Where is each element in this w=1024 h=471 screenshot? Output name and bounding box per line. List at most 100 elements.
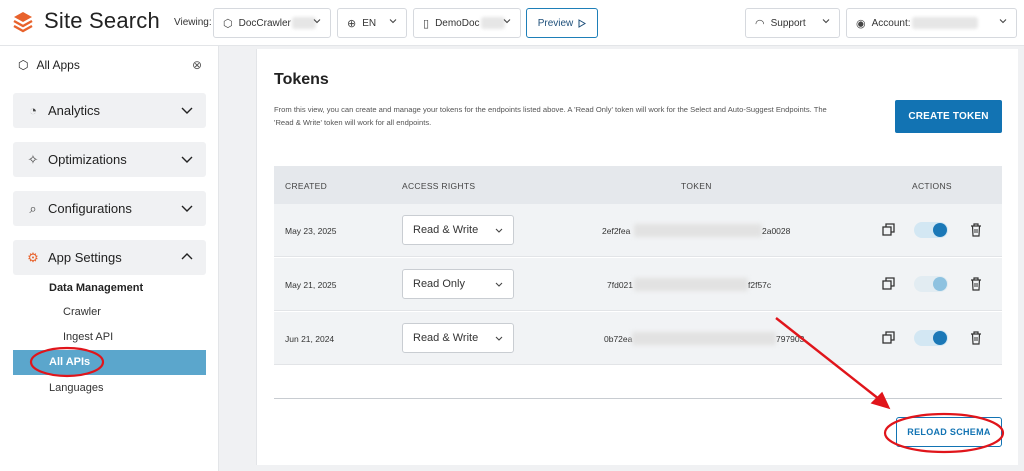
sidebar-item-languages[interactable]: Languages xyxy=(49,382,103,394)
column-header-created: CREATED xyxy=(285,181,328,191)
tokens-panel: Tokens From this view, you can create an… xyxy=(256,49,1018,465)
token-redacted xyxy=(634,278,748,291)
sidebar-item-label: All APIs xyxy=(49,356,91,368)
created-date: Jun 21, 2024 xyxy=(285,334,335,344)
sidebar-section-configurations[interactable]: ⌕ Configurations xyxy=(13,191,206,226)
chevron-up-icon xyxy=(181,253,193,260)
trash-icon[interactable] xyxy=(970,223,982,237)
created-date: May 23, 2025 xyxy=(285,226,337,236)
trash-icon[interactable] xyxy=(970,331,982,345)
all-apps-link[interactable]: ⬡ All Apps xyxy=(18,58,80,72)
sidebar-section-analytics[interactable]: ◔ Analytics xyxy=(13,93,206,128)
language-selector-label: EN xyxy=(362,17,377,29)
search-icon: ⌕ xyxy=(29,200,37,216)
created-date: May 21, 2025 xyxy=(285,280,337,290)
copy-icon[interactable] xyxy=(882,223,895,236)
chevron-down-icon xyxy=(495,282,503,287)
sidebar-section-app-settings[interactable]: ⚙ App Settings xyxy=(13,240,206,275)
app-selector-label: DocCrawler xyxy=(238,17,291,29)
play-icon xyxy=(578,18,587,28)
reload-schema-button[interactable]: RELOAD SCHEMA xyxy=(896,417,1002,447)
globe-icon: ⊕ xyxy=(347,17,357,30)
app-settings-gear-icon[interactable]: ⊗ xyxy=(192,58,202,72)
chevron-down-icon xyxy=(181,205,193,212)
cube-icon: ⬡ xyxy=(223,17,233,30)
access-rights-value: Read & Write xyxy=(413,224,479,236)
toggle-knob xyxy=(933,331,947,345)
headset-icon: ◠ xyxy=(755,17,765,30)
page-title: Tokens xyxy=(274,71,329,88)
copy-icon[interactable] xyxy=(882,331,895,344)
token-prefix: 0b72ea xyxy=(604,334,633,344)
token-redacted xyxy=(634,224,762,237)
account-label: Account: xyxy=(871,17,911,29)
access-rights-select[interactable]: Read & Write xyxy=(402,215,514,245)
sparkle-icon: ✧ xyxy=(27,151,39,167)
document-icon: ▯ xyxy=(423,17,430,30)
copy-icon[interactable] xyxy=(882,277,895,290)
chevron-down-icon xyxy=(999,19,1007,24)
token-enabled-toggle[interactable] xyxy=(914,222,948,238)
sidebar-item-crawler[interactable]: Crawler xyxy=(63,306,101,318)
blurred-text xyxy=(911,17,978,29)
user-circle-icon: ◉ xyxy=(856,17,866,30)
account-menu[interactable]: ◉ Account: xyxy=(846,8,1017,38)
token-enabled-toggle[interactable] xyxy=(914,330,948,346)
chevron-down-icon xyxy=(822,19,830,24)
chevron-down-icon xyxy=(389,19,397,24)
token-suffix: f2f57c xyxy=(748,280,772,290)
chevron-down-icon xyxy=(503,19,511,24)
app-selector[interactable]: ⬡ DocCrawler xyxy=(213,8,331,38)
chevron-down-icon xyxy=(181,107,193,114)
language-selector[interactable]: ⊕ EN xyxy=(337,8,407,38)
site-search-logo-icon xyxy=(13,12,33,33)
support-label: Support xyxy=(770,17,806,29)
token-suffix: 797903 xyxy=(776,334,805,344)
viewing-label: Viewing: xyxy=(174,17,212,28)
table-header: CREATED ACCESS RIGHTS TOKEN ACTIONS xyxy=(274,166,1002,204)
chevron-down-icon xyxy=(495,228,503,233)
access-rights-value: Read & Write xyxy=(413,332,479,344)
token-prefix: 7fd021 xyxy=(607,280,633,290)
support-menu[interactable]: ◠ Support xyxy=(745,8,840,38)
sidebar-subsection-data-management: Data Management xyxy=(49,282,144,294)
create-token-button[interactable]: CREATE TOKEN xyxy=(895,100,1002,133)
access-rights-value: Read Only xyxy=(413,278,465,290)
document-selector-label: DemoDoc xyxy=(435,17,480,29)
token-enabled-toggle[interactable] xyxy=(914,276,948,292)
column-header-token: TOKEN xyxy=(681,181,712,191)
pie-chart-icon: ◔ xyxy=(29,103,37,118)
sidebar-section-optimizations[interactable]: ✧ Optimizations xyxy=(13,142,206,177)
sidebar-item-all-apis[interactable]: All APIs xyxy=(13,350,206,375)
toggle-knob xyxy=(933,277,947,291)
sidebar: ⬡ All Apps ⊗ ◔ Analytics ✧ Optimizations… xyxy=(0,46,219,471)
column-header-actions: ACTIONS xyxy=(912,181,952,191)
sidebar-section-label: Analytics xyxy=(48,103,101,118)
sidebar-section-label: App Settings xyxy=(48,250,122,265)
token-prefix: 2ef2fea xyxy=(602,226,631,236)
sidebar-item-ingest-api[interactable]: Ingest API xyxy=(63,331,113,343)
chevron-down-icon xyxy=(313,19,321,24)
preview-label: Preview xyxy=(537,17,574,29)
token-suffix: 2a0028 xyxy=(762,226,791,236)
sidebar-section-label: Optimizations xyxy=(48,152,127,167)
cube-icon: ⬡ xyxy=(18,58,29,72)
table-row: Jun 21, 2024 Read & Write 0b72ea 797903 xyxy=(274,312,1002,365)
document-selector[interactable]: ▯ DemoDoc xyxy=(413,8,521,38)
preview-button[interactable]: Preview xyxy=(526,8,598,38)
sidebar-section-label: Configurations xyxy=(48,201,132,216)
toggle-knob xyxy=(933,223,947,237)
blurred-text xyxy=(480,17,505,29)
chevron-down-icon xyxy=(495,336,503,341)
top-header: Site Search Viewing: ⬡ DocCrawler ⊕ EN ▯… xyxy=(0,0,1024,46)
token-redacted xyxy=(632,332,776,345)
gear-icon: ⚙ xyxy=(27,249,39,265)
access-rights-select[interactable]: Read Only xyxy=(402,269,514,299)
tokens-description: From this view, you can create and manag… xyxy=(274,105,827,127)
column-header-access-rights: ACCESS RIGHTS xyxy=(402,181,476,191)
table-row: May 21, 2025 Read Only 7fd021 f2f57c xyxy=(274,258,1002,311)
access-rights-select[interactable]: Read & Write xyxy=(402,323,514,353)
brand-title: Site Search xyxy=(44,8,160,33)
all-apps-label: All Apps xyxy=(36,58,80,72)
trash-icon[interactable] xyxy=(970,277,982,291)
